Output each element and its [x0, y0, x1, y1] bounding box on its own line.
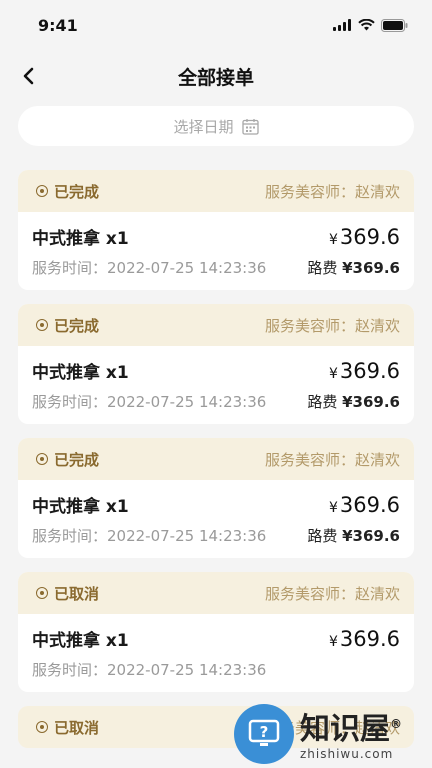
order-card[interactable]: 已完成 服务美容师：赵清欢 中式推拿 x1 ¥369.6 服务时间：2022-0… [18, 438, 414, 558]
status-dot-icon [36, 319, 48, 331]
price-value: 369.6 [339, 627, 400, 651]
battery-icon [381, 18, 408, 32]
price-value: 369.6 [339, 225, 400, 249]
order-body: 中式推拿 x1 ¥369.6 服务时间：2022-07-25 14:23:36 … [18, 346, 414, 424]
order-price: ¥369.6 [329, 627, 400, 651]
order-status-badge: 已完成 [36, 181, 99, 202]
price-symbol: ¥ [328, 500, 338, 516]
travel-fee-value: ¥369.6 [342, 259, 400, 277]
order-body: 中式推拿 x1 ¥369.6 服务时间：2022-07-25 14:23:36 [18, 614, 414, 692]
price-value: 369.6 [339, 493, 400, 517]
order-header: 已完成 服务美容师：赵清欢 [18, 304, 414, 346]
service-time: 服务时间：2022-07-25 14:23:36 [32, 661, 267, 679]
beautician-name: 服务美容师：赵清欢 [264, 584, 400, 603]
order-card[interactable]: 已完成 服务美容师：赵清欢 中式推拿 x1 ¥369.6 服务时间：2022-0… [18, 170, 414, 290]
price-symbol: ¥ [328, 232, 338, 248]
date-picker-placeholder: 选择日期 [173, 117, 234, 136]
service-name: 中式推拿 x1 [32, 363, 129, 383]
service-name: 中式推拿 x1 [32, 497, 129, 517]
order-card[interactable]: 已完成 服务美容师：赵清欢 中式推拿 x1 ¥369.6 服务时间：2022-0… [18, 304, 414, 424]
travel-fee: 路费 ¥369.6 [307, 391, 400, 412]
order-header: 已完成 服务美容师：赵清欢 [18, 170, 414, 212]
svg-text:?: ? [260, 723, 269, 741]
service-name: 中式推拿 x1 [32, 229, 129, 249]
beautician-name: 服务美容师：赵清欢 [264, 316, 400, 335]
price-value: 369.6 [339, 359, 400, 383]
order-header: 已完成 服务美容师：赵清欢 [18, 438, 414, 480]
order-status-text: 已取消 [54, 584, 100, 603]
beautician-name: 服务美容师：赵清欢 [264, 450, 400, 469]
travel-fee-value: ¥369.6 [342, 527, 400, 545]
order-card[interactable]: 已取消 服务美容师：赵清欢 中式推拿 x1 ¥369.6 服务时间：2022-0… [18, 572, 414, 692]
order-price: ¥369.6 [329, 493, 400, 517]
status-time: 9:41 [38, 15, 78, 35]
order-price: ¥369.6 [329, 225, 400, 249]
order-body: 中式推拿 x1 ¥369.6 服务时间：2022-07-25 14:23:36 … [18, 480, 414, 558]
travel-fee-label: 路费 [307, 527, 338, 545]
travel-fee-label: 路费 [307, 259, 338, 277]
signal-icon [333, 19, 351, 31]
travel-fee: 路费 ¥369.6 [307, 257, 400, 278]
help-monitor-icon: ? [234, 704, 294, 764]
order-status-text: 已完成 [54, 316, 100, 335]
order-list: 已完成 服务美容师：赵清欢 中式推拿 x1 ¥369.6 服务时间：2022-0… [0, 170, 432, 748]
order-status-badge: 已取消 [36, 717, 99, 738]
watermark-logo: ? 知识屋® zhishiwu.com [234, 700, 432, 768]
date-picker[interactable]: 选择日期 [18, 106, 414, 146]
order-status-text: 已完成 [54, 450, 100, 469]
order-status-text: 已取消 [54, 718, 100, 737]
status-dot-icon [36, 587, 48, 599]
service-time: 服务时间：2022-07-25 14:23:36 [32, 259, 267, 277]
back-button[interactable] [14, 62, 42, 90]
watermark-name: 知识屋® [300, 712, 402, 747]
order-price: ¥369.6 [329, 359, 400, 383]
order-status-badge: 已取消 [36, 583, 99, 604]
order-body: 中式推拿 x1 ¥369.6 服务时间：2022-07-25 14:23:36 … [18, 212, 414, 290]
service-time: 服务时间：2022-07-25 14:23:36 [32, 527, 267, 545]
order-status-text: 已完成 [54, 182, 100, 201]
status-dot-icon [36, 185, 48, 197]
price-symbol: ¥ [328, 634, 338, 650]
watermark-text: 知识屋® zhishiwu.com [300, 707, 402, 762]
service-name: 中式推拿 x1 [32, 631, 129, 651]
page-title: 全部接单 [177, 66, 254, 89]
order-status-badge: 已完成 [36, 315, 99, 336]
beautician-name: 服务美容师：赵清欢 [264, 182, 400, 201]
travel-fee-value: ¥369.6 [342, 393, 400, 411]
service-time: 服务时间：2022-07-25 14:23:36 [32, 393, 267, 411]
status-dot-icon [36, 721, 48, 733]
nav-bar: 全部接单 [0, 50, 432, 102]
watermark-site: zhishiwu.com [300, 747, 394, 761]
travel-fee: 路费 ¥369.6 [307, 525, 400, 546]
calendar-icon [241, 118, 259, 135]
order-status-badge: 已完成 [36, 449, 99, 470]
travel-fee-label: 路费 [307, 393, 338, 411]
wifi-icon [358, 19, 375, 31]
order-header: 已取消 服务美容师：赵清欢 [18, 572, 414, 614]
chevron-left-icon [23, 67, 34, 85]
status-icons [333, 18, 408, 32]
price-symbol: ¥ [328, 366, 338, 382]
status-dot-icon [36, 453, 48, 465]
status-bar: 9:41 [0, 0, 432, 50]
